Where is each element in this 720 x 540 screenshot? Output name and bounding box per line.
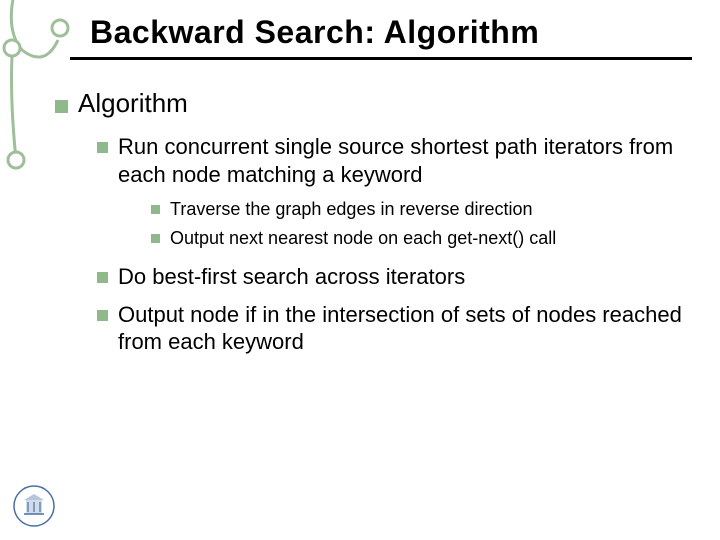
- slide-title: Backward Search: Algorithm: [90, 14, 700, 51]
- square-bullet-icon: [55, 100, 68, 113]
- bullet-lvl2: Output node if in the intersection of se…: [97, 301, 690, 356]
- bullet-lvl2: Do best-first search across iterators: [97, 263, 690, 291]
- institution-logo-icon: [12, 484, 56, 528]
- lvl2-text: Run concurrent single source shortest pa…: [118, 133, 690, 188]
- bullet-lvl1: Algorithm: [55, 88, 690, 119]
- square-bullet-icon: [97, 310, 108, 321]
- lvl3-group: Traverse the graph edges in reverse dire…: [55, 198, 690, 249]
- lvl2-text: Output node if in the intersection of se…: [118, 301, 690, 356]
- title-rule: [70, 57, 692, 60]
- slide-content: Algorithm Run concurrent single source s…: [55, 88, 690, 366]
- bullet-lvl3: Traverse the graph edges in reverse dire…: [151, 198, 690, 221]
- square-bullet-icon: [97, 272, 108, 283]
- square-bullet-icon: [97, 142, 108, 153]
- lvl3-text: Output next nearest node on each get-nex…: [170, 227, 556, 250]
- square-bullet-icon: [151, 205, 160, 214]
- square-bullet-icon: [151, 234, 160, 243]
- bullet-lvl3: Output next nearest node on each get-nex…: [151, 227, 690, 250]
- lvl3-text: Traverse the graph edges in reverse dire…: [170, 198, 533, 221]
- lvl1-text: Algorithm: [78, 88, 188, 118]
- lvl2-text: Do best-first search across iterators: [118, 263, 465, 291]
- title-area: Backward Search: Algorithm: [90, 14, 700, 60]
- bullet-lvl2: Run concurrent single source shortest pa…: [97, 133, 690, 188]
